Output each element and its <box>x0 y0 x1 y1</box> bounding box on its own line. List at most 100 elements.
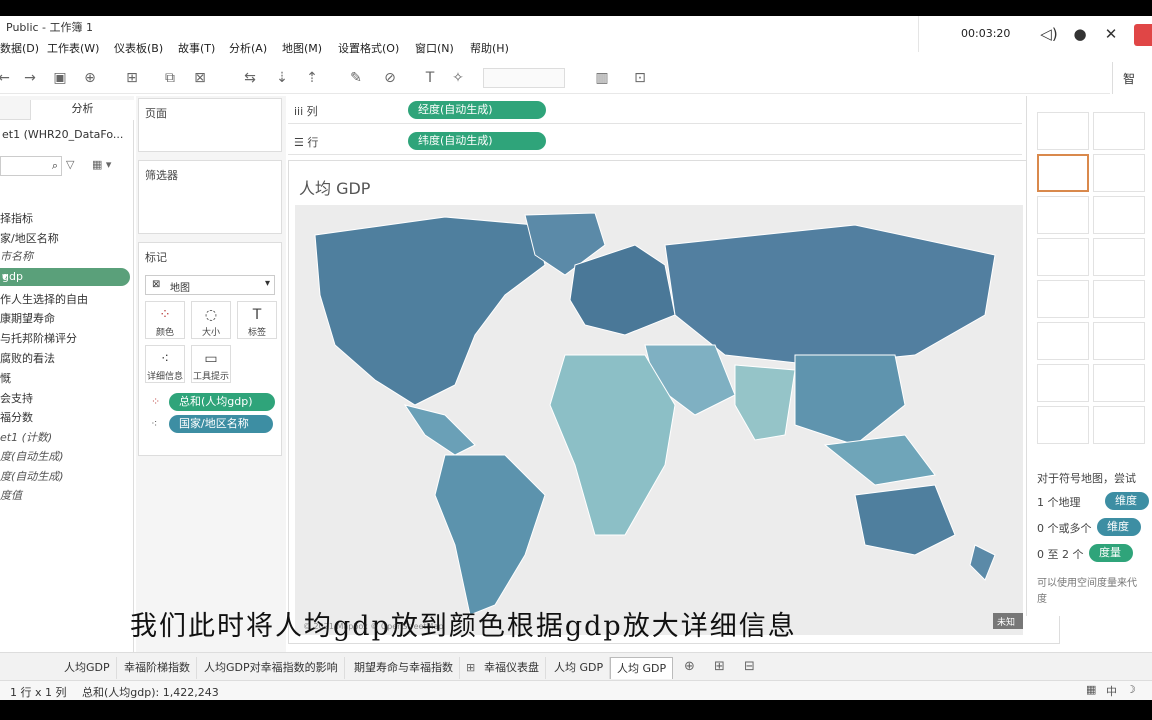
columns-pill[interactable]: 经度(自动生成) <box>408 101 546 119</box>
sheet-tab[interactable]: 人均GDP <box>58 657 117 679</box>
grid-icon[interactable]: ▦ <box>1086 683 1096 696</box>
presentation-icon[interactable]: ⊡ <box>630 68 650 88</box>
menu-format[interactable]: 设置格式(O) <box>338 40 399 56</box>
size-button[interactable]: ◌ 大小 <box>191 301 231 339</box>
showme-stacked-bar[interactable] <box>1093 196 1145 234</box>
showme-circle-view[interactable] <box>1093 238 1145 276</box>
clear-icon[interactable]: ⊠ <box>190 68 210 88</box>
show-me-panel: 对于符号地图，尝试 1 个地理 维度 0 个或多个 维度 0 至 2 个 度量 … <box>1026 96 1152 616</box>
fit-select[interactable] <box>483 68 565 88</box>
sort-desc-icon[interactable]: ⇡ <box>302 68 322 88</box>
new-datasource-icon[interactable]: ⊕ <box>80 68 100 88</box>
menu-story[interactable]: 故事(T) <box>178 40 215 56</box>
field-search-input[interactable]: ⌕ <box>0 156 62 176</box>
showme-symbol-map[interactable] <box>1037 154 1089 192</box>
recorder-stop-button[interactable] <box>1134 24 1152 46</box>
menu-window[interactable]: 窗口(N) <box>415 40 454 56</box>
speaker-icon[interactable]: ◁) <box>1039 24 1059 44</box>
color-pill[interactable]: 总和(人均gdp) <box>169 393 275 411</box>
menu-map[interactable]: 地图(M) <box>282 40 322 56</box>
columns-shelf[interactable]: iii 列 经度(自动生成) <box>288 96 1022 124</box>
menu-dashboard[interactable]: 仪表板(B) <box>114 40 163 56</box>
save-icon[interactable]: ▣ <box>50 68 70 88</box>
sheet-tab[interactable]: 人均GDP对幸福指数的影响 <box>198 657 345 679</box>
new-story-icon[interactable]: ⊟ <box>744 659 755 674</box>
chart-icon[interactable]: ▥ <box>592 68 612 88</box>
new-worksheet-icon[interactable]: ⊞ <box>122 68 142 88</box>
field-item[interactable]: 度(自动生成) <box>0 468 64 484</box>
tooltip-button[interactable]: ▭ 工具提示 <box>191 345 231 383</box>
close-icon[interactable]: ✕ <box>1101 24 1121 44</box>
showme-tab[interactable]: 智 <box>1112 62 1152 94</box>
new-dashboard-icon[interactable]: ⊞ <box>714 659 725 674</box>
color-button[interactable]: ⁘ 颜色 <box>145 301 185 339</box>
datasource-name[interactable]: et1 (WHR20_DataFo... <box>2 128 123 141</box>
moon-icon[interactable]: ☽ <box>1126 683 1136 696</box>
sheet-tab[interactable]: 幸福阶梯指数 <box>118 657 197 679</box>
pin-icon[interactable]: ✧ <box>448 68 468 88</box>
filters-card[interactable]: 筛选器 <box>138 160 282 234</box>
dropdown-icon[interactable]: ▾ <box>2 270 124 283</box>
field-item[interactable]: 腐败的看法 <box>0 350 55 366</box>
tab-analysis[interactable]: 分析 <box>30 100 134 120</box>
showme-scatter[interactable] <box>1037 364 1089 402</box>
field-item[interactable]: 作人生选择的自由 <box>0 291 88 307</box>
microphone-icon[interactable]: ● <box>1070 24 1090 44</box>
showme-line-continuous[interactable] <box>1037 280 1089 318</box>
field-item-gdp-selected[interactable]: gdp ▾ <box>0 268 130 286</box>
field-item[interactable]: 择指标 <box>0 210 33 226</box>
field-item[interactable]: 福分数 <box>0 409 33 425</box>
group-icon[interactable]: ⊘ <box>380 68 400 88</box>
mark-type-label: 地图 <box>170 283 190 294</box>
showme-text-table[interactable] <box>1037 112 1089 150</box>
field-item[interactable]: 度值 <box>0 487 22 503</box>
undo-icon[interactable]: ← <box>0 68 14 88</box>
field-item[interactable]: 度(自动生成) <box>0 448 64 464</box>
showme-filled-map[interactable] <box>1093 154 1145 192</box>
showme-heatmap[interactable] <box>1093 112 1145 150</box>
mark-type-select[interactable]: ⊠ 地图 ▾ <box>145 275 275 295</box>
sheet-tab-active[interactable]: 人均 GDP <box>610 657 674 679</box>
label-button[interactable]: T 标签 <box>237 301 277 339</box>
showme-treemap[interactable] <box>1037 238 1089 276</box>
field-item[interactable]: et1 (计数) <box>0 429 52 445</box>
field-item[interactable]: 市名称 <box>0 248 33 264</box>
menu-data[interactable]: 数据(D) <box>0 40 39 56</box>
sheet-tab[interactable]: 期望寿命与幸福指数 <box>348 657 460 679</box>
menu-analysis[interactable]: 分析(A) <box>229 40 267 56</box>
field-item[interactable]: 与托邦阶梯评分 <box>0 330 77 346</box>
rows-shelf[interactable]: ☰ 行 纬度(自动生成) <box>288 127 1022 155</box>
menu-worksheet[interactable]: 工作表(W) <box>47 40 99 56</box>
field-item[interactable]: 会支持 <box>0 390 33 406</box>
sort-asc-icon[interactable]: ⇣ <box>272 68 292 88</box>
swap-icon[interactable]: ⇆ <box>240 68 260 88</box>
showme-highlight-table[interactable] <box>1037 406 1089 444</box>
showme-area-discrete[interactable] <box>1093 322 1145 360</box>
detail-pill[interactable]: 国家/地区名称 <box>169 415 273 433</box>
showme-line-discrete[interactable] <box>1093 280 1145 318</box>
sheet-tab[interactable]: 人均 GDP <box>548 657 611 679</box>
showme-area-continuous[interactable] <box>1037 322 1089 360</box>
new-worksheet-icon[interactable]: ⊕ <box>684 659 695 674</box>
field-item[interactable]: 家/地区名称 <box>0 230 59 246</box>
dashboard-tab[interactable]: 幸福仪表盘 <box>478 657 546 679</box>
showme-histogram[interactable] <box>1093 364 1145 402</box>
filter-icon[interactable]: ▽ <box>66 158 74 171</box>
menu-help[interactable]: 帮助(H) <box>470 40 509 56</box>
pages-card[interactable]: 页面 <box>138 98 282 152</box>
detail-button[interactable]: ⁖ 详细信息 <box>145 345 185 383</box>
view-options-icon[interactable]: ▦ ▾ <box>92 158 111 171</box>
choropleth-map[interactable]: © 2021 Mapbox © OpenStreetMap 未知 <box>295 205 1023 635</box>
field-item[interactable]: 康期望寿命 <box>0 310 55 326</box>
showme-gantt[interactable] <box>1093 406 1145 444</box>
rows-pill[interactable]: 纬度(自动生成) <box>408 132 546 150</box>
duplicate-icon[interactable]: ⧉ <box>160 68 180 88</box>
world-map[interactable]: © 2021 Mapbox © OpenStreetMap 未知 <box>295 205 1023 635</box>
input-method-icon[interactable]: 中 <box>1106 683 1117 699</box>
showme-hbar[interactable] <box>1037 196 1089 234</box>
label-icon[interactable]: T <box>420 68 440 88</box>
columns-label: iii 列 <box>294 105 318 118</box>
field-item[interactable]: 慨 <box>0 370 11 386</box>
redo-icon[interactable]: → <box>20 68 40 88</box>
highlight-icon[interactable]: ✎ <box>346 68 366 88</box>
